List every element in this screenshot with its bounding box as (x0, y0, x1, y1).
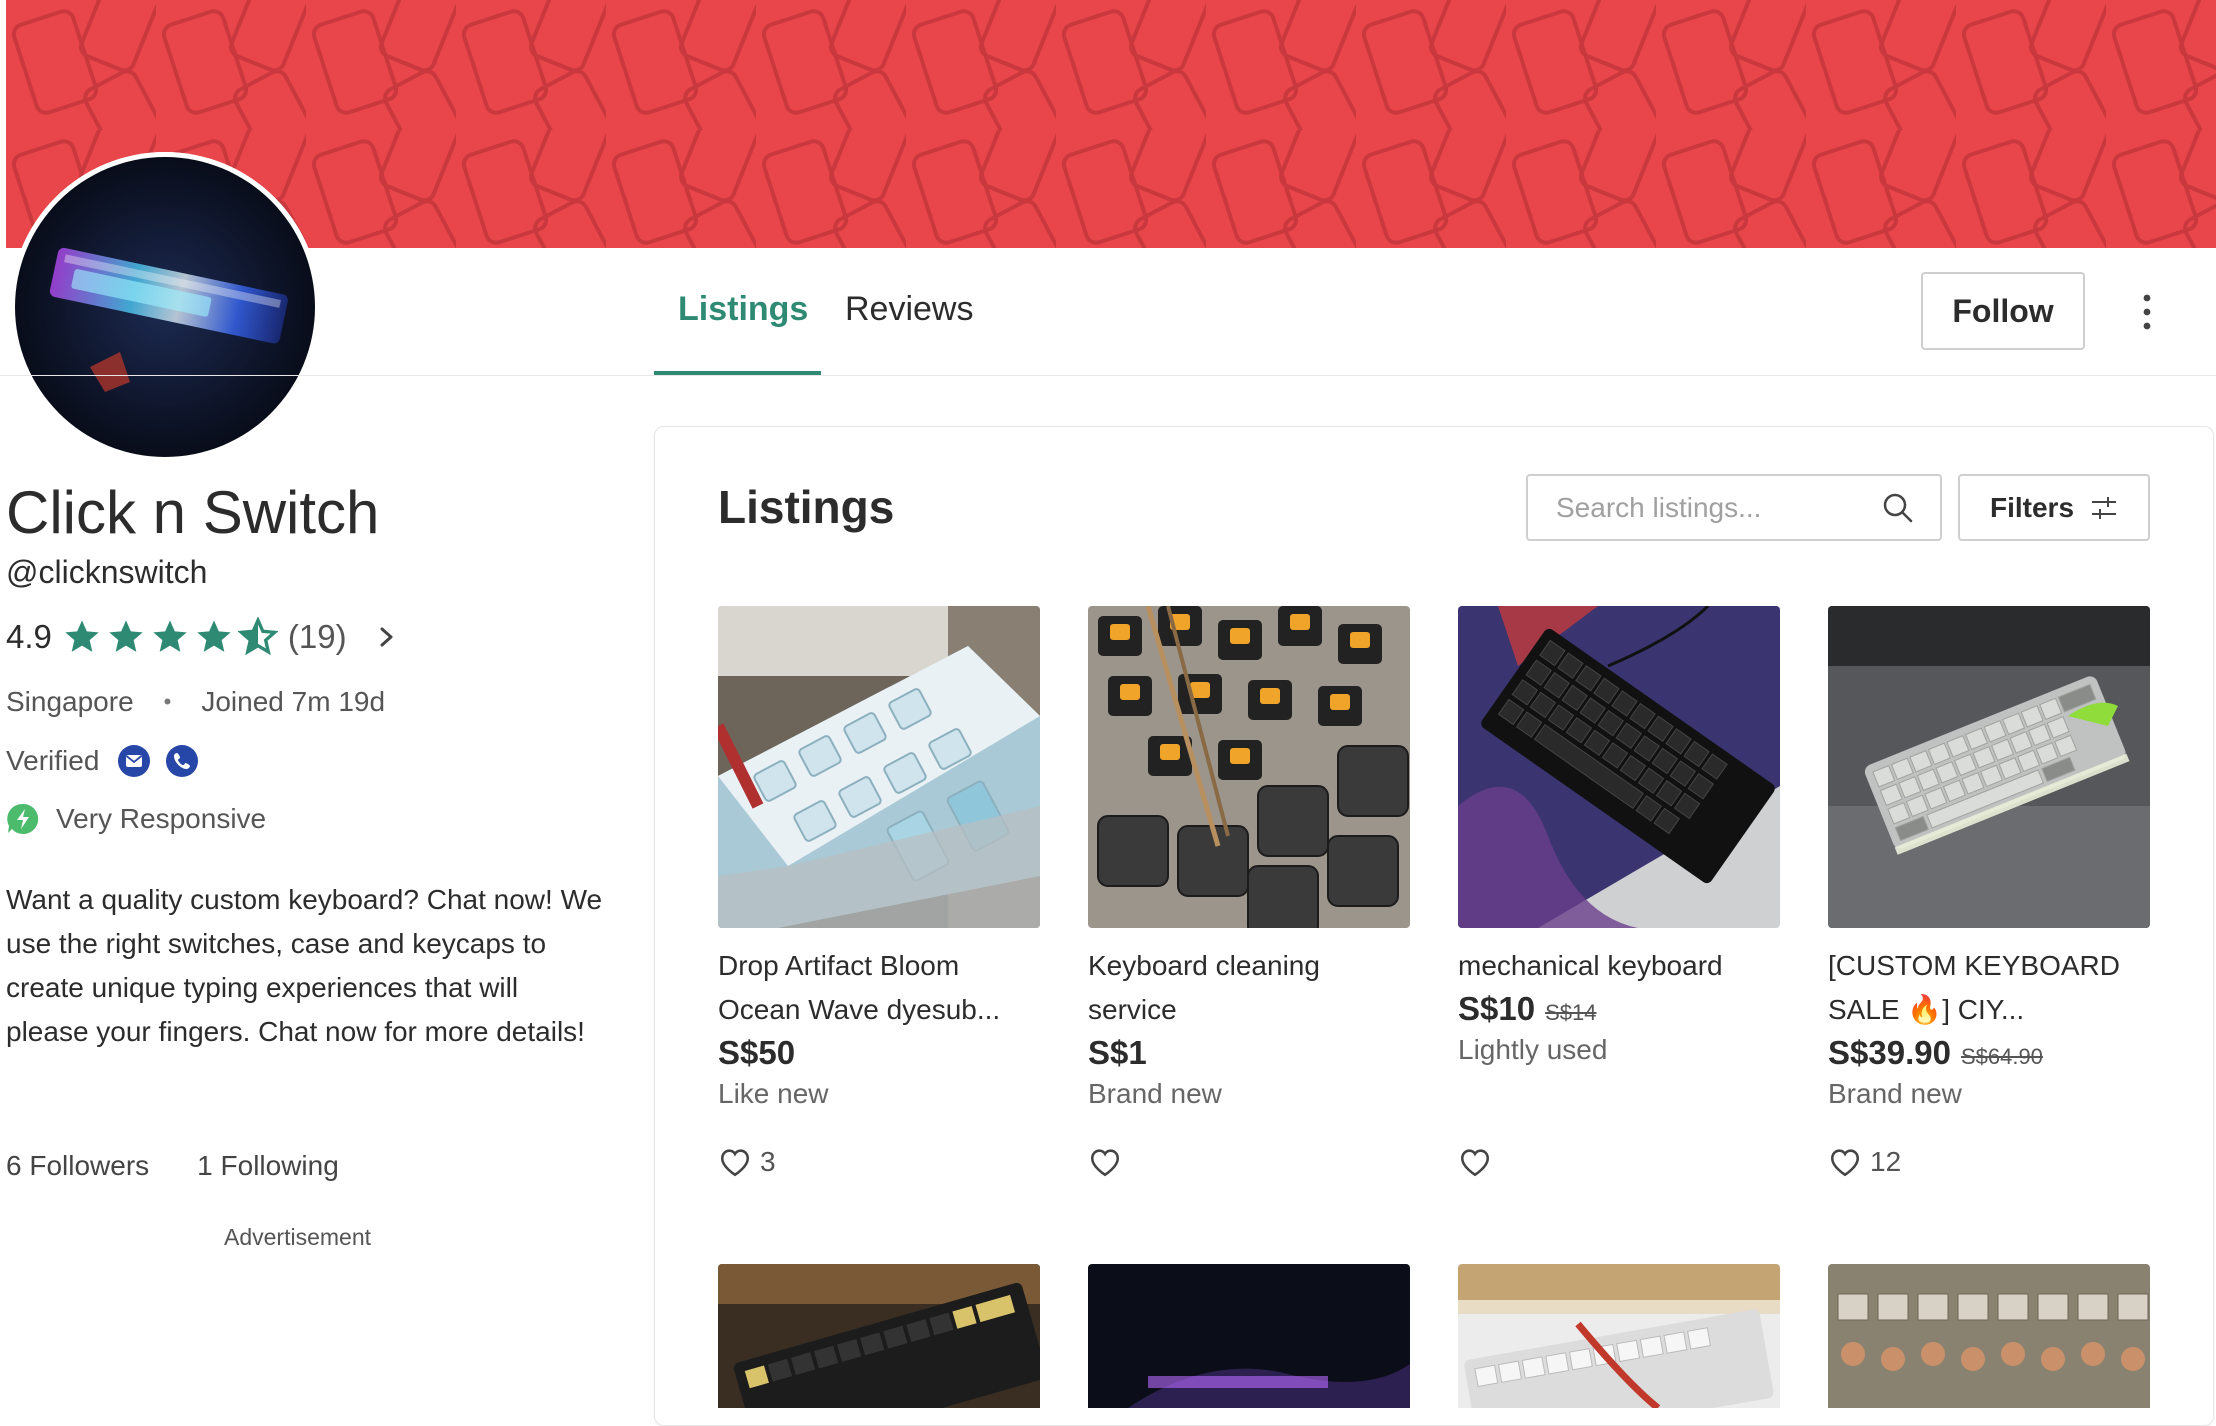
follow-button[interactable]: Follow (1921, 272, 2085, 350)
like-count: 12 (1870, 1146, 1902, 1177)
like-button[interactable] (1458, 1146, 1492, 1178)
shop-handle: @clicknswitch (6, 554, 208, 590)
heart-icon[interactable] (718, 1146, 752, 1178)
listing-original-price: S$64.90 (1960, 1044, 2043, 1069)
listing-photo[interactable] (1828, 606, 2150, 928)
chevron-right-icon[interactable] (375, 621, 399, 653)
listing-price-row: S$1 (1088, 1034, 1410, 1072)
listing-condition: Brand new (1828, 1078, 1962, 1109)
listing-title[interactable]: mechanical keyboard (1458, 944, 1780, 988)
listing-photo[interactable] (1088, 606, 1410, 928)
like-button[interactable] (1088, 1146, 1122, 1178)
listing-price: S$1 (1088, 1034, 1147, 1071)
followers-count[interactable]: 6 Followers (6, 1150, 149, 1182)
listing-title[interactable]: Keyboard cleaning service (1088, 944, 1410, 1032)
listing-price-row: S$39.90 S$64.90 (1828, 1034, 2150, 1072)
verification-row: Verified (6, 744, 199, 778)
heart-icon[interactable] (1458, 1146, 1492, 1178)
location-joined-row: Singapore • Joined 7m 19d (6, 686, 385, 718)
more-vertical-icon[interactable] (2132, 292, 2162, 332)
responsiveness-row: Very Responsive (6, 802, 266, 836)
listing-price-row: S$10 S$14 (1458, 990, 1780, 1028)
search-input[interactable] (1554, 490, 1878, 525)
heart-icon[interactable] (1088, 1146, 1122, 1178)
tab-listings[interactable]: Listings (678, 290, 808, 329)
like-button[interactable]: 3 (718, 1146, 776, 1178)
location: Singapore (6, 686, 134, 717)
listing-card[interactable]: Drop Artifact Bloom Ocean Wave dyesub...… (718, 606, 1040, 1177)
listing-card[interactable]: mechanical keyboard S$10 S$14 Lightly us… (1458, 606, 1780, 1177)
shop-bio: Want a quality custom keyboard? Chat now… (6, 884, 603, 1047)
advertisement-label: Advertisement (224, 1224, 372, 1250)
listing-price-row: S$50 (718, 1034, 1040, 1072)
listing-card[interactable]: Keyboard cleaning service S$1 Brand new (1088, 606, 1410, 1177)
filters-label: Filters (1989, 491, 2075, 523)
like-button[interactable]: 12 (1828, 1146, 1901, 1178)
separator: • (163, 689, 172, 714)
listings-heading: Listings (718, 481, 895, 533)
verified-label: Verified (6, 745, 100, 776)
sliders-icon (2092, 496, 2117, 519)
email-verified-icon (118, 745, 151, 777)
listing-condition: Like new (718, 1078, 829, 1109)
listing-photo[interactable] (718, 606, 1040, 928)
star-full-icon (109, 620, 143, 652)
like-count: 3 (760, 1146, 776, 1177)
listing-price: S$50 (718, 1034, 796, 1071)
joined-duration: Joined 7m 19d (201, 686, 386, 717)
listing-card[interactable]: [CUSTOM KEYBOARD SALE 🔥] CIY... S$39.90 … (1828, 606, 2150, 1177)
listing-photo[interactable] (1458, 606, 1780, 928)
listing-title[interactable]: Drop Artifact Bloom Ocean Wave dyesub... (718, 944, 1040, 1032)
phone-verified-icon (166, 745, 199, 777)
responsiveness-label: Very Responsive (56, 803, 267, 834)
follow-stats: 6 Followers 1 Following (6, 1150, 339, 1182)
heart-icon[interactable] (1828, 1146, 1862, 1178)
listing-photo[interactable] (1088, 1264, 1410, 1408)
star-half-icon (237, 617, 278, 656)
listing-original-price: S$14 (1545, 1000, 1597, 1025)
listing-price: S$39.90 (1828, 1034, 1951, 1071)
rating-summary[interactable]: 4.9 (19) (6, 615, 399, 659)
tabbar-divider (0, 375, 2216, 376)
search-icon[interactable] (1882, 492, 1914, 524)
shop-name: Click n Switch (6, 479, 380, 546)
tab-reviews[interactable]: Reviews (845, 290, 973, 329)
following-count[interactable]: 1 Following (197, 1150, 339, 1182)
search-listings-field[interactable] (1526, 474, 1942, 541)
profile-banner (6, 0, 2216, 248)
review-count: (19) (287, 618, 347, 655)
star-rating (62, 617, 278, 657)
listing-photo[interactable] (1458, 1264, 1780, 1408)
star-full-icon (153, 620, 187, 652)
listing-condition: Brand new (1088, 1078, 1222, 1109)
listing-price: S$10 (1458, 990, 1536, 1027)
rating-value: 4.9 (6, 618, 52, 655)
shop-avatar (10, 152, 320, 462)
banner-pattern (6, 0, 2216, 248)
filters-button[interactable]: Filters (1958, 474, 2150, 541)
star-full-icon (65, 620, 99, 652)
star-full-icon (197, 620, 231, 652)
listing-condition: Lightly used (1458, 1034, 1608, 1065)
listing-title[interactable]: [CUSTOM KEYBOARD SALE 🔥] CIY... (1828, 944, 2150, 1032)
listing-photo[interactable] (718, 1264, 1040, 1408)
listing-photo[interactable] (1828, 1264, 2150, 1408)
lightning-bolt-icon (7, 803, 39, 834)
